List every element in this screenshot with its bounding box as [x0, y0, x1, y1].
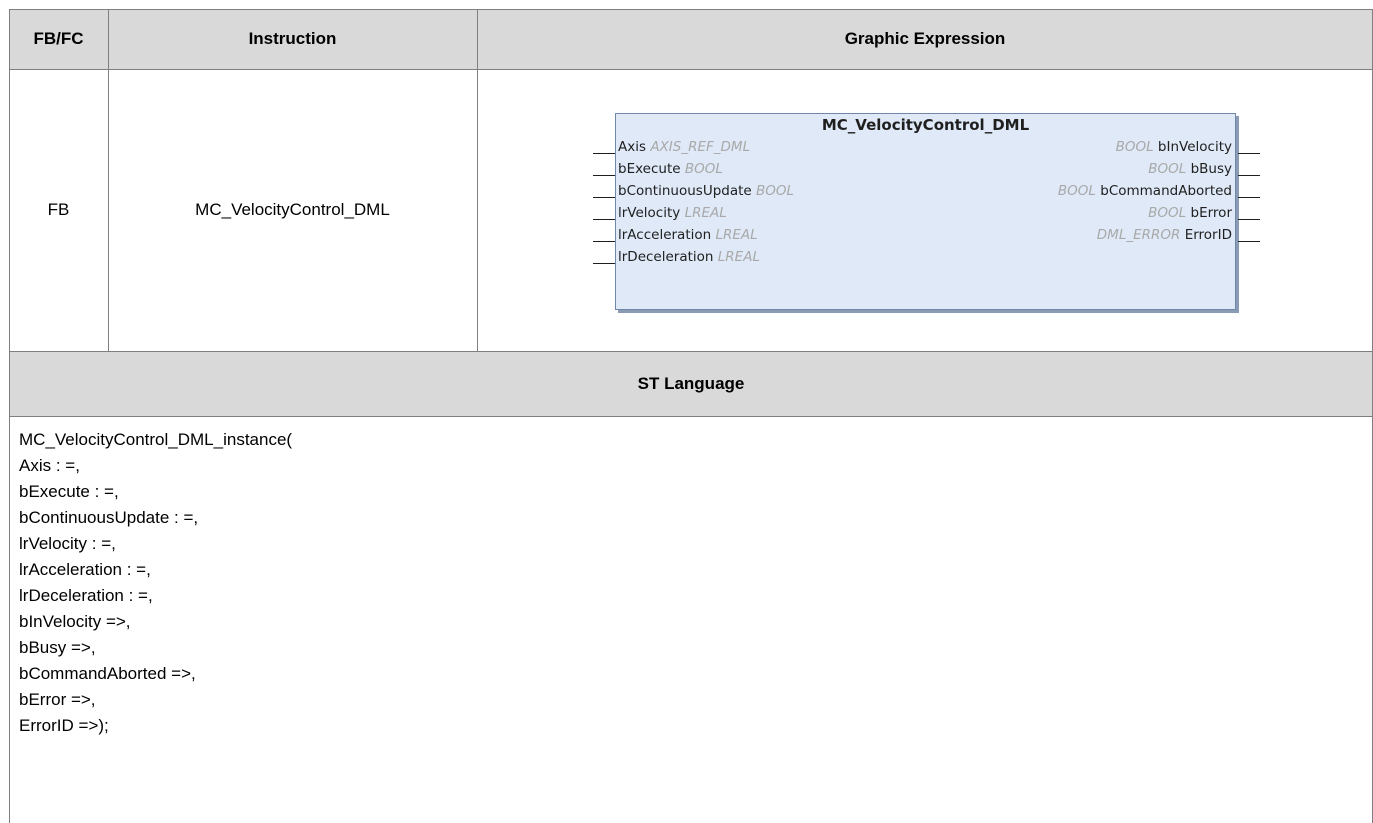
- input-pin-lrdeceleration: lrDeceleration LREAL: [618, 249, 760, 265]
- st-code-line: lrAcceleration : =,: [19, 560, 151, 579]
- input-pin-lracceleration: lrAcceleration LREAL: [618, 227, 758, 243]
- header-graphic-label: Graphic Expression: [844, 29, 1006, 48]
- st-language-header: ST Language: [9, 351, 1373, 416]
- output-connector-binvelocity: [1238, 153, 1260, 154]
- st-code-line: MC_VelocityControl_DML_instance(: [19, 430, 293, 449]
- input-pin-axis: Axis AXIS_REF_DML: [618, 139, 751, 155]
- table-border-top: [9, 9, 1373, 10]
- table-divider-st-bottom: [9, 416, 1373, 417]
- output-connector-berror: [1238, 219, 1260, 220]
- st-code-line: Axis : =,: [19, 456, 80, 475]
- input-pin-lrvelocity: lrVelocity LREAL: [618, 205, 727, 221]
- header-graphic-expression: Graphic Expression: [477, 9, 1373, 69]
- input-connector-bexecute: [593, 175, 615, 176]
- input-connector-lracceleration: [593, 241, 615, 242]
- output-connector-bcommandaborted: [1238, 197, 1260, 198]
- table-divider-header: [9, 69, 1373, 70]
- function-block-diagram: MC_VelocityControl_DML Axis AXIS_REF_DML…: [615, 113, 1236, 310]
- st-code-line: lrDeceleration : =,: [19, 586, 153, 605]
- st-language-label: ST Language: [637, 373, 745, 393]
- table-border-left: [9, 9, 10, 823]
- header-instruction-label: Instruction: [248, 29, 337, 48]
- st-code-line: bError =>,: [19, 690, 96, 709]
- output-pin-errorid: DML_ERROR ErrorID: [1096, 227, 1232, 243]
- table-divider-col1: [108, 9, 109, 351]
- header-fb-fc-label: FB/FC: [33, 29, 84, 48]
- input-connector-bcontinuousupdate: [593, 197, 615, 198]
- fb-fc-value: FB: [47, 200, 70, 219]
- output-pin-bcommandaborted: BOOL bCommandAborted: [1057, 183, 1232, 199]
- cell-instruction: MC_VelocityControl_DML: [108, 69, 477, 351]
- cell-fb-fc: FB: [9, 69, 108, 351]
- header-fb-fc: FB/FC: [9, 9, 108, 69]
- output-pin-binvelocity: BOOL bInVelocity: [1115, 139, 1232, 155]
- input-pin-bexecute: bExecute BOOL: [618, 161, 723, 177]
- table-divider-st-top: [9, 351, 1373, 352]
- st-code-line: lrVelocity : =,: [19, 534, 116, 553]
- st-code-line: bExecute : =,: [19, 482, 119, 501]
- table-divider-col2: [477, 9, 478, 351]
- st-code-block: MC_VelocityControl_DML_instance( Axis : …: [19, 427, 292, 739]
- input-pin-bcontinuousupdate: bContinuousUpdate BOOL: [618, 183, 795, 199]
- input-connector-lrdeceleration: [593, 263, 615, 264]
- header-instruction: Instruction: [108, 9, 477, 69]
- st-code-line: bCommandAborted =>,: [19, 664, 196, 683]
- output-pin-bbusy: BOOL bBusy: [1148, 161, 1232, 177]
- output-connector-bbusy: [1238, 175, 1260, 176]
- instruction-value: MC_VelocityControl_DML: [195, 200, 390, 219]
- output-connector-errorid: [1238, 241, 1260, 242]
- function-block-title: MC_VelocityControl_DML: [821, 116, 1030, 134]
- input-connector-lrvelocity: [593, 219, 615, 220]
- input-connector-axis: [593, 153, 615, 154]
- st-code-line: bContinuousUpdate : =,: [19, 508, 199, 527]
- output-pin-berror: BOOL bError: [1148, 205, 1232, 221]
- st-code-line: bBusy =>,: [19, 638, 96, 657]
- st-code-line: ErrorID =>);: [19, 716, 109, 735]
- st-code-line: bInVelocity =>,: [19, 612, 131, 631]
